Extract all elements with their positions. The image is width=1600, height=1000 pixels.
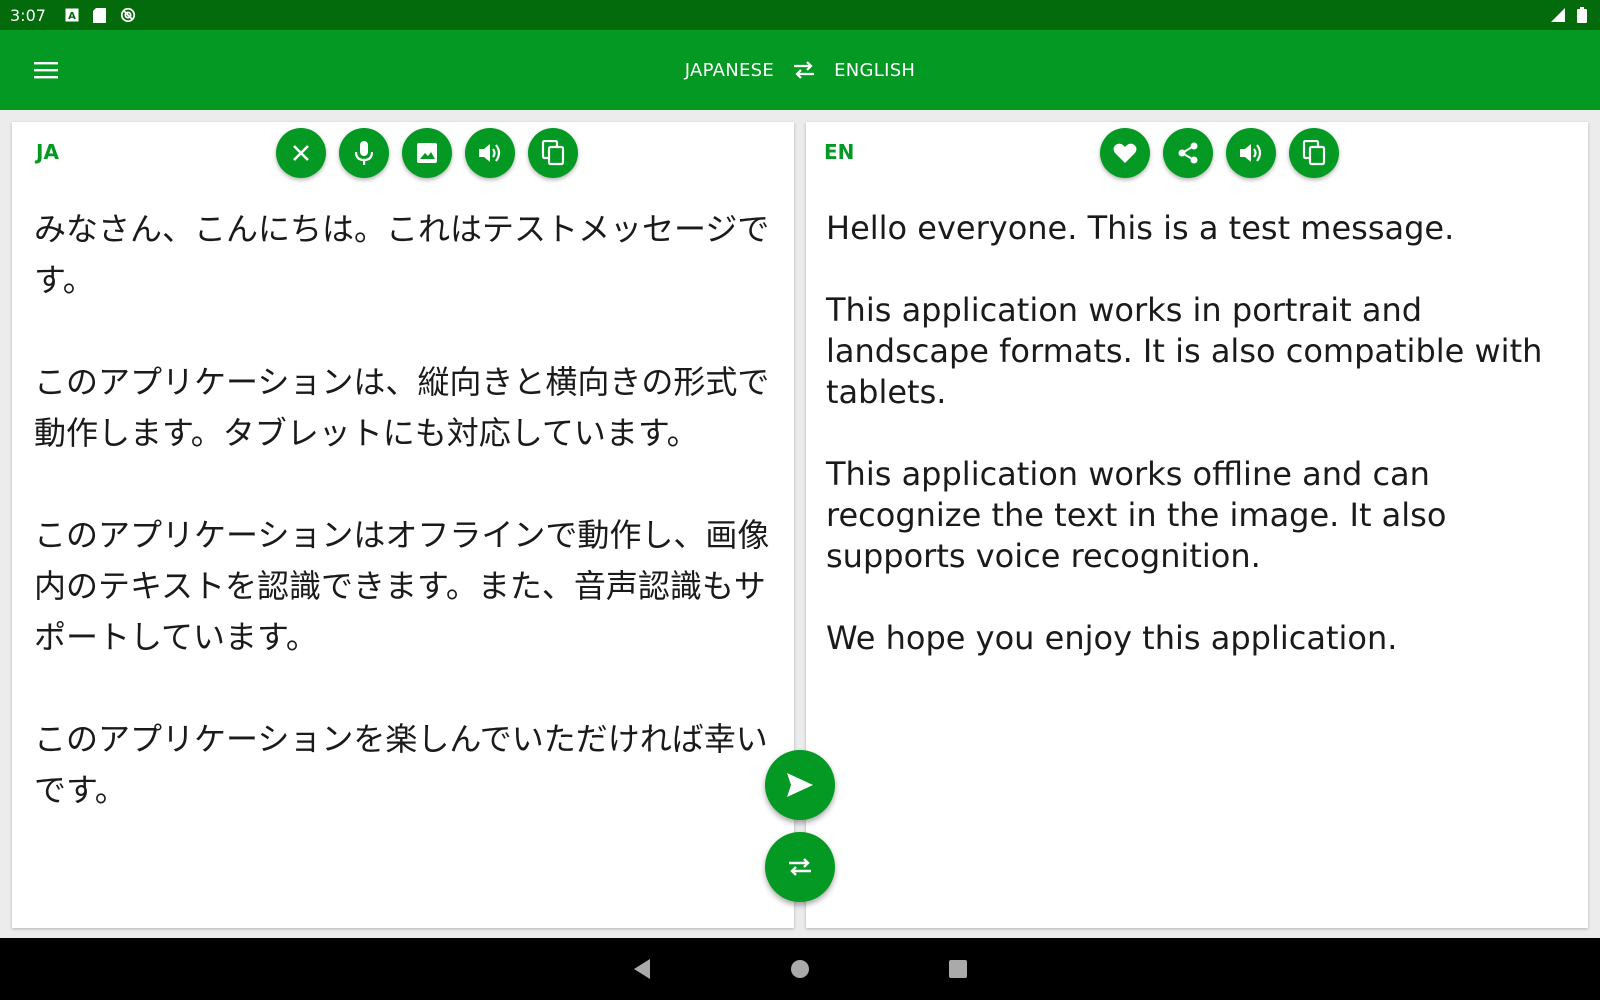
- microphone-button[interactable]: [339, 128, 389, 178]
- a-notification-icon: A: [64, 7, 80, 23]
- hamburger-menu-icon: [34, 62, 58, 79]
- source-language-selector[interactable]: JAPANESE: [685, 60, 774, 81]
- share-icon: [1178, 142, 1198, 164]
- image-icon: [417, 143, 437, 163]
- favorite-button[interactable]: [1100, 128, 1150, 178]
- back-button[interactable]: [628, 955, 656, 983]
- app-bar: JAPANESE ENGLISH: [0, 30, 1600, 110]
- source-text[interactable]: みなさん、こんにちは。これはテストメッセージです。 このアプリケーションは、縦向…: [34, 204, 772, 816]
- target-language-code: EN: [824, 140, 855, 164]
- swap-arrows-icon: [789, 858, 811, 876]
- source-speak-button[interactable]: [465, 128, 515, 178]
- status-bar: 3:07 A: [0, 0, 1600, 30]
- recents-button[interactable]: [944, 955, 972, 983]
- share-button[interactable]: [1163, 128, 1213, 178]
- target-panel: EN Hello everyone. This is a test messag…: [806, 122, 1588, 928]
- home-circle-icon: [791, 960, 809, 978]
- heart-icon: [1113, 143, 1137, 163]
- source-panel: JA みなさん、こんにちは。これはテストメッセージです。 このアプリケーションは…: [12, 122, 794, 928]
- navigation-bar: [0, 938, 1600, 1000]
- speaker-icon: [479, 144, 501, 162]
- swap-languages-button[interactable]: [790, 56, 818, 84]
- send-icon: [787, 773, 813, 797]
- language-switcher: JAPANESE ENGLISH: [685, 56, 916, 84]
- sd-card-icon: [92, 7, 108, 23]
- source-language-code: JA: [36, 140, 59, 164]
- translate-button[interactable]: [765, 750, 835, 820]
- signal-icon: [1550, 7, 1566, 23]
- menu-button[interactable]: [28, 52, 64, 88]
- svg-text:A: A: [68, 11, 76, 22]
- home-button[interactable]: [786, 955, 814, 983]
- clear-button[interactable]: [276, 128, 326, 178]
- source-copy-button[interactable]: [528, 128, 578, 178]
- swap-text-button[interactable]: [765, 832, 835, 902]
- microphone-icon: [354, 141, 374, 165]
- image-button[interactable]: [402, 128, 452, 178]
- target-language-selector[interactable]: ENGLISH: [834, 60, 915, 81]
- close-icon: [293, 145, 309, 161]
- swap-arrows-icon: [794, 61, 815, 79]
- translated-text: Hello everyone. This is a test message. …: [826, 209, 1543, 657]
- target-speak-button[interactable]: [1226, 128, 1276, 178]
- copy-icon: [541, 140, 565, 166]
- speaker-icon: [1240, 144, 1262, 162]
- copy-icon: [1302, 140, 1326, 166]
- source-toolbar: [276, 128, 578, 178]
- recents-square-icon: [949, 960, 967, 978]
- target-copy-button[interactable]: [1289, 128, 1339, 178]
- sync-icon: [120, 7, 136, 23]
- back-triangle-icon: [634, 959, 650, 979]
- status-time: 3:07: [10, 5, 46, 25]
- target-toolbar: [1100, 128, 1339, 178]
- battery-icon: [1574, 7, 1590, 23]
